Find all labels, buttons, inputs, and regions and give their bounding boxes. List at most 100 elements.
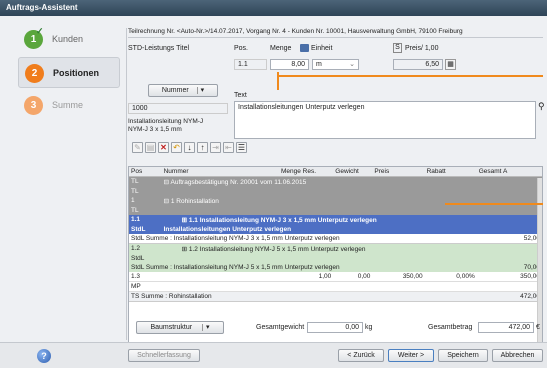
step-number-3: 3 [24,96,43,115]
outdent-icon[interactable]: ⇤ [223,142,234,153]
text-search-icon[interactable]: ⚲ [538,101,545,139]
row-pos: StdL [131,255,145,262]
item-description: Installationsleitung NYM-J NYM-J 3 x 1,5… [128,118,204,133]
row-text: Installationsleitungen Unterputz verlege… [163,226,292,233]
step-label-summe: Summe [52,100,84,110]
row-pos: TL [131,188,139,195]
gesamtbetrag-label: Gesamtbetrag [428,324,473,331]
gesamtgewicht-unit: kg [365,324,373,331]
row-pos: MP [131,283,141,290]
undo-icon[interactable]: ↶ [171,142,182,153]
row-pos: 1.3 [131,273,141,280]
check-icon: ✓ [36,26,44,36]
delete-icon[interactable]: ✕ [158,142,169,153]
col-nummer[interactable]: Nummer [161,167,279,177]
table-row[interactable]: StdL Summe : Installationsleitung NYM-J … [129,234,542,244]
list-icon[interactable]: ☰ [236,142,247,153]
einheit-select[interactable]: m ⌄ [312,59,359,70]
arrow-down-icon[interactable]: ↓ [184,142,195,153]
row-text: ⊟ Auftragsbestätigung Nr. 20001 vom 11.0… [163,179,307,186]
row-gesamt: 52,00 [523,235,540,242]
table-row[interactable]: MP [129,281,542,292]
row-pos: TL [131,178,139,185]
row-text: ⊞ 1.1 Installationsleitung NYM-J 3 x 1,5… [181,217,377,224]
help-icon[interactable]: ? [37,349,51,363]
table-row[interactable]: TL [129,187,542,196]
row-menge: 1,00 [318,273,332,280]
table-row[interactable]: TL [129,206,542,215]
preis-input[interactable]: 6,50 [393,59,443,70]
back-button[interactable]: < Zurück [338,349,384,362]
einheit-label: Einheit [311,45,333,52]
row-preis: 350,00 [402,273,423,280]
step-label-positionen: Positionen [53,68,100,78]
row-pos: StdL [131,226,146,233]
menge-input[interactable]: 8,00 [270,59,309,70]
orange-marker [445,203,543,205]
nummer-button[interactable]: Nummer ▾ [148,84,218,97]
next-button[interactable]: Weiter > [388,349,434,362]
row-summary: StdL Summe : Installationsleitung NYM-J … [131,235,340,242]
table-row[interactable]: StdL Installationsleitungen Unterputz ver… [129,225,542,234]
table-header-row: Pos Nummer Menge Res. Gewicht Preis Raba… [129,167,542,177]
table-row[interactable]: 1.1 ⊞ 1.1 Installationsleitung NYM-J 3 x … [129,215,542,225]
col-rabatt[interactable]: Rabatt [424,167,477,177]
table-row[interactable]: StdL Summe : Installationsleitung NYM-J … [129,263,542,272]
col-gesamt[interactable]: Gesamt A [476,167,542,177]
row-summary: TS Summe : Rohinstallation [131,293,212,300]
positions-table: Pos Nummer Menge Res. Gewicht Preis Raba… [129,167,542,302]
row-gewicht: 0,00 [357,273,371,280]
row-gesamt: 350,00 [520,273,540,280]
std-leistungs-label: STD-Leistungs Titel [128,45,190,52]
paste-icon[interactable]: ✎ [132,142,143,153]
row-gesamt: 472,00 [520,293,540,300]
col-pos[interactable]: Pos [129,167,162,177]
table-row[interactable]: 1.3 1,00 0,00 350,00 0,00% 350,00 [129,272,542,282]
col-gewicht[interactable]: Gewicht [333,167,373,177]
step-summe[interactable]: 3 Summe [18,90,120,121]
schnellerfassung-button[interactable]: Schnellerfassung [128,349,200,362]
dropdown-arrow-icon: ▾ [196,87,205,94]
step-kunden[interactable]: 1 ✓ Kunden [18,24,120,55]
row-pos: TL [131,207,139,214]
step-label-kunden: Kunden [52,34,84,44]
col-menge[interactable]: Menge Res. [278,167,334,177]
calculator-icon[interactable]: ▦ [445,59,456,70]
save-button[interactable]: Speichern [438,349,488,362]
text-area[interactable]: Installationsleitungen Unterputz verlege… [234,101,536,139]
cancel-button[interactable]: Abbrechen [492,349,543,362]
pos-label: Pos. [234,45,249,52]
gesamtgewicht-label: Gesamtgewicht [256,324,305,331]
s-flag[interactable]: S [393,43,402,53]
table-row[interactable]: StdL [129,254,542,263]
orange-marker [277,75,543,77]
arrow-up-icon[interactable]: ↑ [197,142,208,153]
text-label: Text [234,92,247,99]
pos-field: 1.1 [234,59,267,70]
row-summary: StdL Summe : Installationsleitung NYM-J … [131,264,340,271]
document-info: Teilrechnung Nr. <Auto-Nr.>/14.07.2017, … [128,28,543,38]
panel-divider [126,28,127,340]
baumstruktur-button[interactable]: Baumstruktur ▾ [136,321,224,334]
step-positionen[interactable]: 2 Positionen [18,57,120,88]
row-rabatt: 0,00% [456,273,475,280]
row-pos: 1.1 [131,216,141,223]
footer-bar: ? Schnellerfassung < Zurück Weiter > Spe… [0,342,547,368]
col-preis[interactable]: Preis [372,167,425,177]
menge-label: Menge [270,45,292,52]
table-row[interactable]: TL ⊟ Auftragsbestätigung Nr. 20001 vom 11… [129,176,542,187]
preis-label: Preis/ 1,00 [405,45,439,52]
row-text: ⊞ 1.2 Installationsleitung NYM-J 5 x 1,5… [181,246,366,253]
grid-icon[interactable]: ▤ [145,142,156,153]
indent-icon[interactable]: ⇥ [210,142,221,153]
unit-icon [300,44,309,52]
text-area-value: Installationsleitungen Unterputz verlege… [238,104,365,111]
gesamtbetrag-unit: € [536,324,540,331]
table-row[interactable]: TS Summe : Rohinstallation 472,00 [129,291,542,302]
row-pos: 1.2 [131,245,141,252]
nummer-field: 1000 [128,103,228,114]
step-navigation: 1 ✓ Kunden 2 Positionen 3 Summe [18,24,120,123]
gesamtgewicht-field: 0,00 [307,322,363,333]
table-row[interactable]: 1.2 ⊞ 1.2 Installationsleitung NYM-J 5 x … [129,243,542,254]
row-gesamt: 70,00 [523,264,540,271]
